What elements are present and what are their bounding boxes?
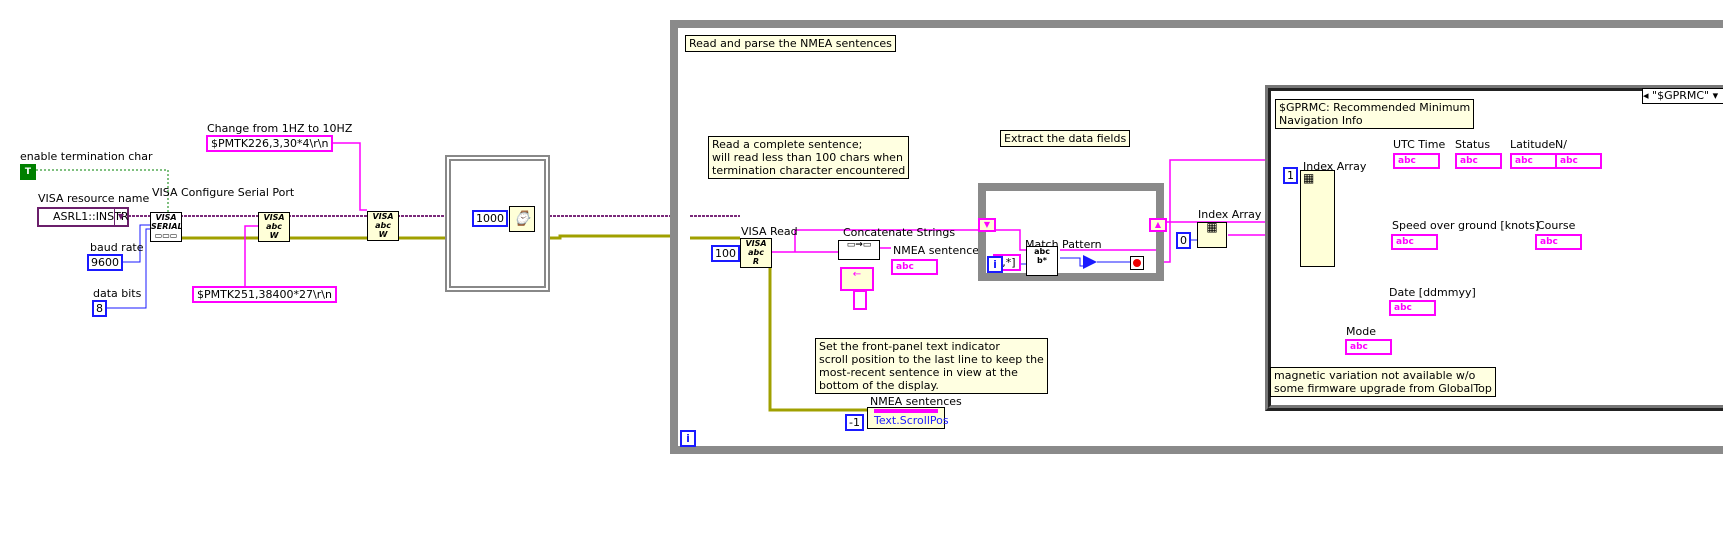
match-pattern-node[interactable]: abc b* [1026,246,1058,276]
rate-command-constant[interactable]: $PMTK226,3,30*4\r\n [206,135,334,152]
index-constant[interactable]: 0 [1176,232,1191,249]
visa-resource-control[interactable]: ASRL1::INSTR ▼ [37,207,129,227]
data-bits-label: data bits [93,287,142,300]
visa-read-node[interactable]: VISA abc R [740,238,772,268]
visa-write-node[interactable]: VISA abc W [258,212,290,242]
visa-read-label: VISA Read [741,225,798,238]
read-comment: Read a complete sentence; will read less… [708,136,910,179]
baud-rate-constant[interactable]: 9600 [87,254,123,271]
termination-char-constant[interactable]: T [20,164,36,180]
resource-name-label: VISA resource name [38,192,150,205]
shift-register-left-icon[interactable]: ▼ [978,218,996,232]
case-index-array-node[interactable]: ▦ [1300,170,1335,267]
less-than-zero-icon[interactable] [1083,255,1097,269]
utc-time-indicator[interactable]: abc [1393,153,1440,169]
property-name: Text.ScrollPos [874,414,949,427]
stop-condition-icon[interactable] [1130,256,1144,270]
property-node[interactable]: Text.ScrollPos [867,407,949,429]
feedback-node-arrow-icon[interactable]: ← [840,267,874,291]
extract-comment: Extract the data fields [1000,130,1131,147]
latitude-indicator[interactable]: abc [1510,153,1557,169]
dropdown-arrow-icon[interactable]: ▼ [114,209,127,225]
field-label-status: Status [1455,138,1491,151]
status-indicator[interactable]: abc [1455,153,1502,169]
baud-rate-label: baud rate [90,241,144,254]
field-label-date: Date [ddmmyy] [1389,286,1476,299]
concatenate-label: Concatenate Strings [843,226,956,239]
field-label-latitude: Latitude [1510,138,1556,151]
mode-indicator[interactable]: abc [1345,339,1392,355]
visa-configure-serial-node[interactable]: VISA SERIAL ▭▭▭ [150,212,183,242]
rate-comment-label: Change from 1HZ to 10HZ [207,122,353,135]
term-char-label: enable termination char [20,150,153,163]
case-index-constant[interactable]: 1 [1283,167,1298,184]
scroll-position-constant[interactable]: -1 [845,414,864,431]
gprmc-comment: $GPRMC: Recommended Minimum Navigation I… [1275,99,1475,129]
nmea-sentences-indicator[interactable]: abc [891,259,938,275]
wait-ms-constant[interactable]: 1000 [472,210,508,227]
field-label-ns: N/ [1555,138,1567,151]
case-selector[interactable]: ◂ "$GPRMC" ▾ [1642,88,1723,104]
course-indicator[interactable]: abc [1535,234,1582,250]
baud-command-constant[interactable]: $PMTK251,38400*27\r\n [192,286,337,303]
concatenate-strings-node[interactable]: ▭→▭ [838,240,880,260]
wait-timer-icon[interactable]: ⌚ [509,206,535,232]
case-selector-value: "$GPRMC" [1652,89,1710,102]
field-label-utc: UTC Time [1393,138,1446,151]
case-dropdown-icon[interactable]: ▾ [1709,89,1719,102]
data-bits-constant[interactable]: 8 [92,300,107,317]
configure-serial-label: VISA Configure Serial Port [152,186,295,199]
loop-title-comment: Read and parse the NMEA sentences [685,35,896,52]
visa-write-node-2[interactable]: VISA abc W [367,211,399,241]
nmea-indicator-label: NMEA sentences [893,244,985,257]
inner-iteration-terminal: i [987,256,1003,273]
scroll-comment: Set the front-panel text indicator scrol… [815,338,1048,394]
date-indicator[interactable]: abc [1389,300,1436,316]
empty-string-constant[interactable] [853,290,867,310]
magnetic-variation-comment: magnetic variation not available w/o som… [1270,367,1496,397]
shift-register-right-icon[interactable]: ▲ [1149,218,1167,232]
index-array-node[interactable]: ▦ [1197,221,1227,248]
main-iteration-terminal: i [680,430,696,447]
field-label-course: Course [1537,219,1576,232]
ns-indicator[interactable]: abc [1555,153,1602,169]
field-label-speed: Speed over ground [knots] [1392,219,1540,232]
case-prev-icon[interactable]: ◂ [1643,89,1652,102]
field-label-mode: Mode [1346,325,1376,338]
speed-indicator[interactable]: abc [1391,234,1438,250]
read-count-constant[interactable]: 100 [711,245,740,262]
